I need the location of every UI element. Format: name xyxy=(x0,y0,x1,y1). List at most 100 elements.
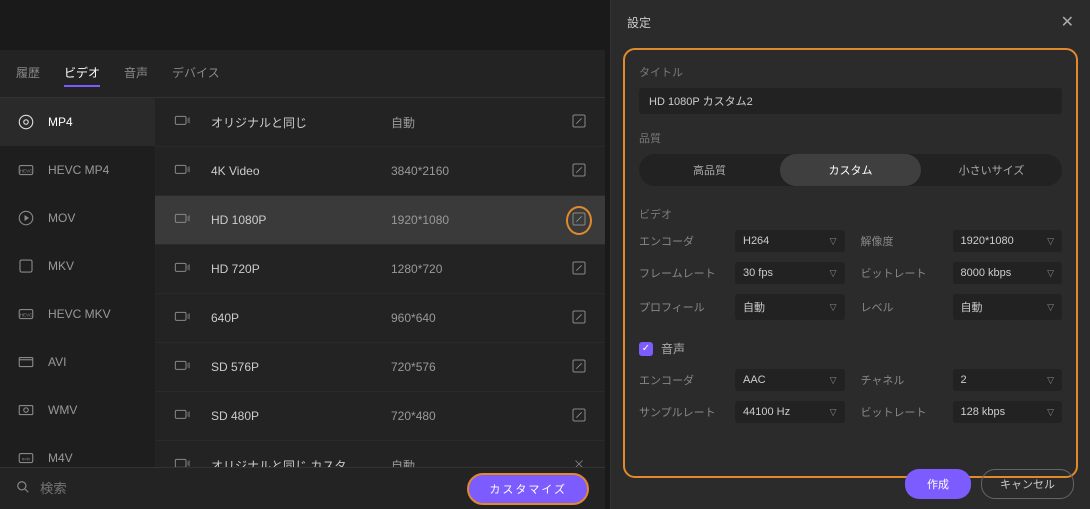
preset-row[interactable]: オリジナルと同じ自動 xyxy=(155,98,605,147)
preset-icon xyxy=(171,260,199,279)
quality-high[interactable]: 高品質 xyxy=(639,154,780,186)
audio-bitrate-select[interactable]: 128 kbps▽ xyxy=(953,401,1063,423)
edit-preset-icon[interactable] xyxy=(571,358,587,377)
edit-preset-icon[interactable] xyxy=(566,206,592,235)
format-icon xyxy=(16,402,36,418)
preset-icon xyxy=(171,407,199,426)
sidebar-item-mov[interactable]: MOV xyxy=(0,194,155,242)
title-section-label: タイトル xyxy=(639,64,1062,80)
video-profile-select[interactable]: 自動▽ xyxy=(735,294,845,320)
sidebar-item-label: MKV xyxy=(48,259,74,273)
video-level-label: レベル xyxy=(861,299,937,315)
sidebar-item-avi[interactable]: AVI xyxy=(0,338,155,386)
preset-row[interactable]: オリジナルと同じ カスタ...自動 xyxy=(155,441,605,468)
preset-name: SD 576P xyxy=(211,360,391,374)
sidebar-item-label: AVI xyxy=(48,355,66,369)
video-section-label: ビデオ xyxy=(639,206,1062,222)
preset-resolution: 3840*2160 xyxy=(391,164,569,178)
video-framerate-select[interactable]: 30 fps▽ xyxy=(735,262,845,284)
video-bitrate-label: ビットレート xyxy=(861,265,937,281)
format-icon xyxy=(16,210,36,226)
audio-samplerate-select[interactable]: 44100 Hz▽ xyxy=(735,401,845,423)
sidebar-item-label: HEVC MP4 xyxy=(48,163,109,177)
preset-row[interactable]: 4K Video3840*2160 xyxy=(155,147,605,196)
preset-name: 640P xyxy=(211,311,391,325)
sidebar-item-wmv[interactable]: WMV xyxy=(0,386,155,434)
search-input[interactable] xyxy=(40,481,240,496)
audio-encoder-label: エンコーダ xyxy=(639,372,719,388)
format-icon xyxy=(16,354,36,370)
tab-history[interactable]: 履歴 xyxy=(16,60,40,87)
sidebar-item-label: HEVC MKV xyxy=(48,307,111,321)
close-icon[interactable]: ✕ xyxy=(1061,12,1074,32)
format-icon: m4v xyxy=(16,450,36,466)
preset-row[interactable]: HD 720P1280*720 xyxy=(155,245,605,294)
tab-audio[interactable]: 音声 xyxy=(124,60,148,87)
create-button[interactable]: 作成 xyxy=(905,469,971,499)
preset-row[interactable]: HD 1080P1920*1080 xyxy=(155,196,605,245)
preset-row[interactable]: SD 576P720*576 xyxy=(155,343,605,392)
preset-resolution: 自動 xyxy=(391,114,569,131)
video-resolution-select[interactable]: 1920*1080▽ xyxy=(953,230,1063,252)
tab-device[interactable]: デバイス xyxy=(172,60,220,87)
audio-settings-grid: エンコーダ AAC▽ チャネル 2▽ サンプルレート 44100 Hz▽ ビット… xyxy=(639,369,1062,423)
edit-preset-icon[interactable] xyxy=(571,113,587,132)
video-level-select[interactable]: 自動▽ xyxy=(953,294,1063,320)
audio-channel-label: チャネル xyxy=(861,372,937,388)
preset-resolution: 720*576 xyxy=(391,360,569,374)
edit-preset-icon[interactable] xyxy=(571,162,587,181)
preset-icon xyxy=(171,309,199,328)
quality-custom[interactable]: カスタム xyxy=(780,154,921,186)
quality-segmented: 高品質 カスタム 小さいサイズ xyxy=(639,154,1062,186)
dialog-title: 設定 xyxy=(627,14,651,31)
cancel-button[interactable]: キャンセル xyxy=(981,469,1074,499)
sidebar-item-label: MP4 xyxy=(48,115,73,129)
sidebar-item-mp4[interactable]: MP4 xyxy=(0,98,155,146)
sidebar-item-m4v[interactable]: m4v M4V xyxy=(0,434,155,468)
svg-text:m4v: m4v xyxy=(22,456,31,461)
audio-bitrate-label: ビットレート xyxy=(861,404,937,420)
quality-small[interactable]: 小さいサイズ xyxy=(921,154,1062,186)
edit-preset-icon[interactable] xyxy=(571,260,587,279)
audio-checkbox[interactable]: ✓ xyxy=(639,342,653,356)
preset-icon xyxy=(171,211,199,230)
video-bitrate-select[interactable]: 8000 kbps▽ xyxy=(953,262,1063,284)
preset-row[interactable]: SD 480P720*480 xyxy=(155,392,605,441)
format-sidebar: MP4 HEVC HEVC MP4 MOV MKV HEVCHEVC MKV AVI WMV m… xyxy=(0,98,155,468)
audio-samplerate-label: サンプルレート xyxy=(639,404,719,420)
preset-name: HD 1080P xyxy=(211,213,391,227)
format-tabs: 履歴 ビデオ 音声 デバイス xyxy=(0,50,605,98)
preset-resolution: 1920*1080 xyxy=(391,213,569,227)
preset-icon xyxy=(171,162,199,181)
sidebar-item-hevc-mp4[interactable]: HEVC HEVC MP4 xyxy=(0,146,155,194)
tab-video[interactable]: ビデオ xyxy=(64,60,100,87)
preset-title-input[interactable] xyxy=(639,88,1062,114)
edit-preset-icon[interactable] xyxy=(571,407,587,426)
format-icon xyxy=(16,258,36,274)
customize-button[interactable]: カスタマイズ xyxy=(467,473,589,505)
preset-icon xyxy=(171,113,199,132)
audio-encoder-select[interactable]: AAC▽ xyxy=(735,369,845,391)
preset-resolution: 960*640 xyxy=(391,311,569,325)
output-format-panel: 履歴 ビデオ 音声 デバイス MP4 HEVC HEVC MP4 MOV MKV HEVC… xyxy=(0,50,605,509)
svg-text:HEVC: HEVC xyxy=(20,168,33,173)
sidebar-item-mkv[interactable]: MKV xyxy=(0,242,155,290)
preset-name: 4K Video xyxy=(211,164,391,178)
settings-dialog: 設定 ✕ タイトル 品質 高品質 カスタム 小さいサイズ ビデオ エンコーダ H… xyxy=(610,0,1090,509)
sidebar-item-label: WMV xyxy=(48,403,77,417)
preset-row[interactable]: 640P960*640 xyxy=(155,294,605,343)
audio-channel-select[interactable]: 2▽ xyxy=(953,369,1063,391)
sidebar-item-label: MOV xyxy=(48,211,75,225)
format-icon xyxy=(16,114,36,130)
preset-list: オリジナルと同じ自動4K Video3840*2160HD 1080P1920*… xyxy=(155,98,605,468)
video-resolution-label: 解像度 xyxy=(861,233,937,249)
sidebar-item-label: M4V xyxy=(48,451,73,465)
preset-resolution: 720*480 xyxy=(391,409,569,423)
video-settings-grid: エンコーダ H264▽ 解像度 1920*1080▽ フレームレート 30 fp… xyxy=(639,230,1062,320)
sidebar-item-hevc-mkv[interactable]: HEVCHEVC MKV xyxy=(0,290,155,338)
video-encoder-label: エンコーダ xyxy=(639,233,719,249)
video-encoder-select[interactable]: H264▽ xyxy=(735,230,845,252)
edit-preset-icon[interactable] xyxy=(571,309,587,328)
audio-section-label: 音声 xyxy=(661,340,685,357)
preset-resolution: 1280*720 xyxy=(391,262,569,276)
